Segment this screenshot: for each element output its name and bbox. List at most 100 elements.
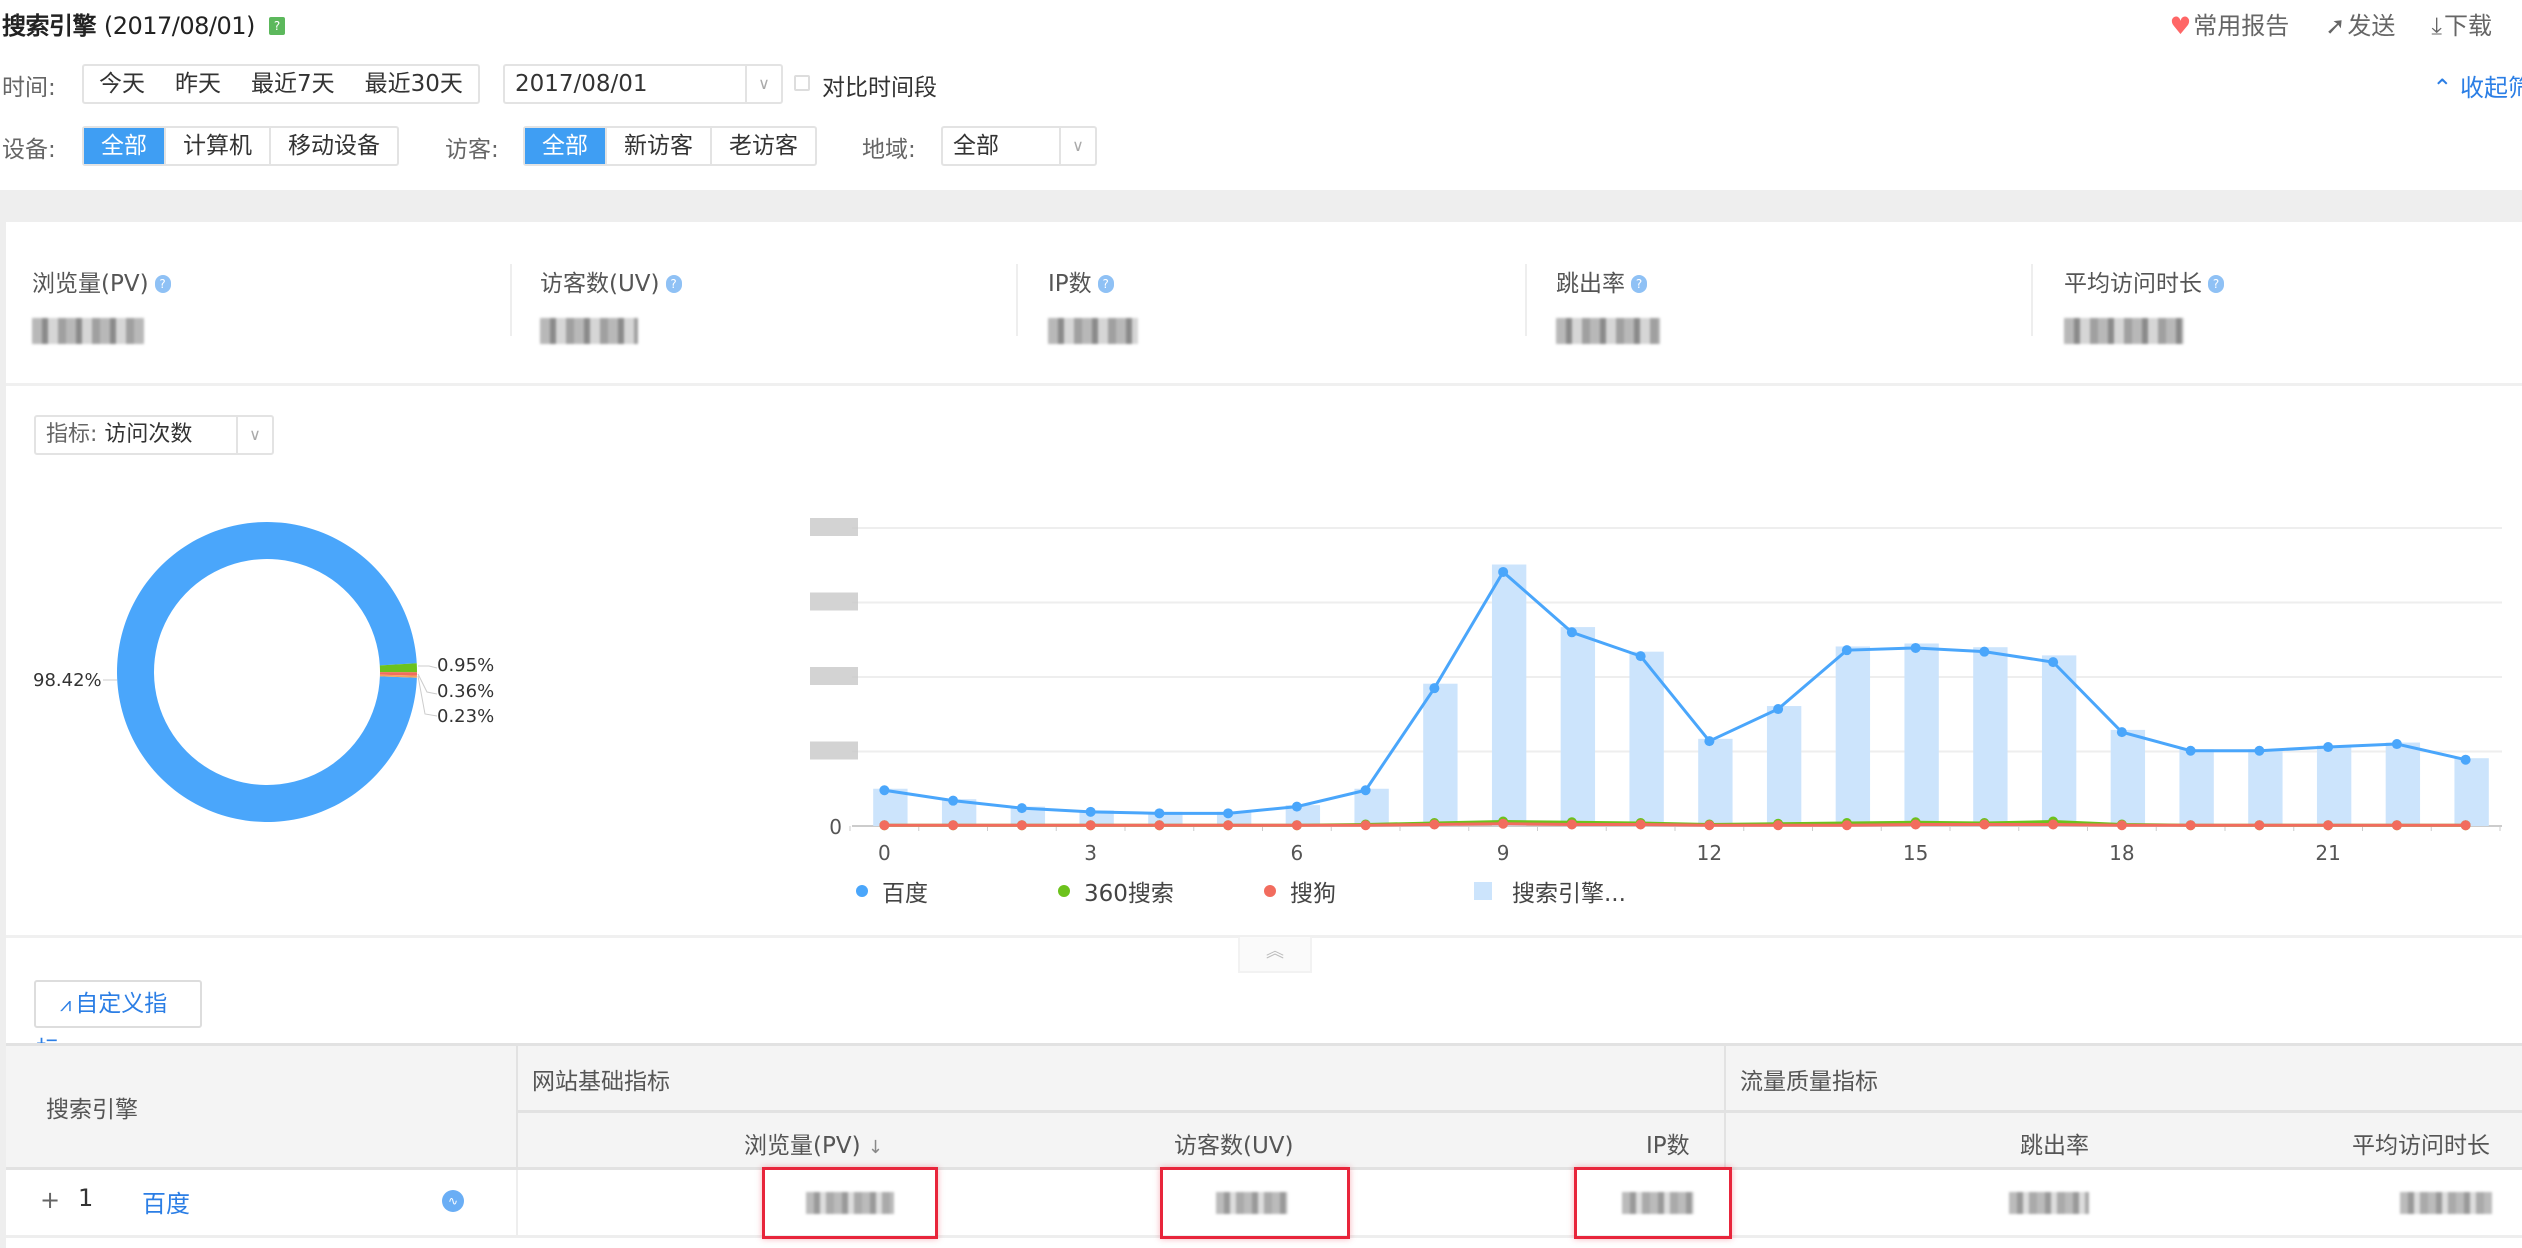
metric-value-redacted — [32, 318, 144, 344]
data-point — [2391, 739, 2402, 750]
legend-item-baidu[interactable]: 百度 — [856, 874, 1058, 908]
collapse-filter-link[interactable]: ⌃ 收起筛 — [2432, 68, 2522, 103]
device-option-computer[interactable]: 计算机 — [166, 128, 271, 164]
legend-item-search-engine-total[interactable]: 搜索引擎... — [1474, 874, 1626, 908]
collapse-filter-label: 收起筛 — [2460, 74, 2522, 102]
data-point — [1704, 820, 1715, 831]
help-icon[interactable]: ? — [1631, 275, 1647, 293]
data-point — [1429, 819, 1440, 830]
indicator-key: 指标: — [46, 422, 98, 447]
data-point — [1498, 818, 1509, 829]
indicator-select[interactable]: 指标: 访问次数 ∨ — [34, 415, 274, 455]
legend-item-360[interactable]: 360搜索 — [1058, 874, 1264, 908]
col-header-avg-duration[interactable]: 平均访问时长 — [2352, 1126, 2490, 1160]
bar — [1973, 647, 2008, 826]
compare-checkbox[interactable] — [794, 75, 810, 95]
device-option-all[interactable]: 全部 — [84, 128, 166, 164]
data-point — [1360, 785, 1371, 796]
table-row: + 1 百度 ∿ — [6, 1167, 2522, 1239]
group-header-basic: 网站基础指标 — [532, 1069, 670, 1095]
data-point — [1360, 820, 1371, 831]
visitor-option-all[interactable]: 全部 — [525, 128, 607, 164]
trend-chart-icon[interactable]: ∿ — [442, 1190, 464, 1212]
legend-label: 360搜索 — [1084, 881, 1174, 907]
x-tick-label: 6 — [1291, 841, 1304, 865]
download-button[interactable]: ⤓下载 — [2431, 6, 2492, 41]
custom-indicator-label: 自定义指 — [75, 991, 168, 1017]
help-icon[interactable]: ? — [1097, 275, 1114, 293]
help-icon[interactable]: ? — [268, 17, 285, 35]
data-point — [2460, 820, 2471, 831]
help-icon[interactable]: ? — [665, 275, 682, 293]
chevron-down-icon: ∨ — [1059, 128, 1095, 164]
time-option-yesterday[interactable]: 昨天 — [160, 66, 236, 102]
expand-row-icon[interactable]: + — [40, 1186, 60, 1214]
bar — [1354, 788, 1389, 826]
data-point — [2254, 820, 2265, 831]
metric-avg-duration: 平均访问时长? — [2064, 264, 2304, 344]
title-text: 搜索引擎 — [2, 12, 97, 40]
legend-square-icon — [1474, 882, 1492, 900]
data-point — [879, 785, 890, 796]
region-select[interactable]: 全部 ∨ — [941, 126, 1097, 166]
collapse-chart-button[interactable]: ︽ — [1238, 937, 1312, 973]
metric-separator — [2031, 264, 2033, 336]
data-point — [1910, 819, 1921, 830]
favorite-report-button[interactable]: ♥常用报告 — [2170, 6, 2290, 41]
visitor-label: 访客: — [445, 137, 499, 163]
legend-dot-icon — [856, 885, 868, 897]
double-chevron-up-icon: ︽ — [1266, 941, 1284, 962]
donut-label: 0.95% — [437, 655, 494, 676]
column-divider — [1724, 1046, 1726, 1170]
col-header-bounce-rate[interactable]: 跳出率 — [2020, 1126, 2089, 1160]
title-date: (2017/08/01) — [103, 12, 256, 40]
visitor-option-new[interactable]: 新访客 — [607, 128, 712, 164]
metric-uv: 访客数(UV)? — [540, 264, 740, 344]
legend-label: 百度 — [882, 881, 928, 907]
col-header-ip[interactable]: IP数 — [1646, 1126, 1690, 1160]
time-option-today[interactable]: 今天 — [84, 66, 160, 102]
device-option-mobile[interactable]: 移动设备 — [271, 128, 397, 164]
row-engine-link[interactable]: 百度 — [142, 1184, 190, 1219]
send-button[interactable]: ➚发送 — [2325, 6, 2395, 41]
indicator-value: 指标: 访问次数 — [36, 417, 236, 453]
bar — [1491, 564, 1527, 826]
legend-label: 搜索引擎... — [1512, 881, 1626, 907]
help-icon[interactable]: ? — [154, 275, 171, 293]
data-point — [948, 820, 959, 831]
metric-pv: 浏览量(PV)? — [32, 264, 232, 344]
highlight-box-pv — [762, 1167, 938, 1239]
data-point — [1016, 803, 1027, 814]
label-leader-line — [417, 675, 438, 717]
chevron-down-icon: ∨ — [236, 417, 272, 453]
date-picker[interactable]: 2017/08/01 ∨ — [503, 64, 783, 104]
time-label: 时间: — [2, 75, 56, 101]
donut-label: 98.42% — [33, 670, 102, 691]
time-option-30days[interactable]: 最近30天 — [350, 66, 478, 102]
data-point — [1773, 704, 1784, 715]
x-tick-label: 9 — [1497, 841, 1510, 865]
custom-indicator-button[interactable]: ⩘ 自定义指 — [34, 980, 202, 1028]
series-line — [884, 822, 2466, 827]
sort-desc-icon[interactable]: ↓ — [868, 1137, 883, 1158]
col-header-search-engine[interactable]: 搜索引擎 — [46, 1090, 138, 1124]
data-point — [1635, 651, 1646, 662]
col-header-uv[interactable]: 访客数(UV) — [1174, 1126, 1294, 1160]
bar — [1904, 643, 1939, 826]
data-point — [879, 820, 890, 831]
data-point — [2185, 745, 2196, 756]
data-point — [1085, 820, 1096, 831]
data-point — [1154, 808, 1165, 819]
col-header-pv[interactable]: 浏览量(PV) ↓ — [744, 1126, 883, 1160]
legend-dot-icon — [1264, 885, 1276, 897]
download-label: 下载 — [2444, 12, 2492, 40]
table-header: 搜索引擎 网站基础指标 流量质量指标 浏览量(PV) ↓ 访客数(UV) IP数… — [6, 1043, 2522, 1170]
heart-icon: ♥ — [2169, 12, 2192, 40]
time-option-7days[interactable]: 最近7天 — [236, 66, 350, 102]
help-icon[interactable]: ? — [2208, 275, 2224, 293]
metric-label: 访客数(UV) — [540, 271, 660, 297]
data-point — [1291, 820, 1302, 831]
data-point — [1223, 808, 1234, 819]
visitor-option-returning[interactable]: 老访客 — [712, 128, 815, 164]
legend-item-sogou[interactable]: 搜狗 — [1264, 874, 1474, 908]
